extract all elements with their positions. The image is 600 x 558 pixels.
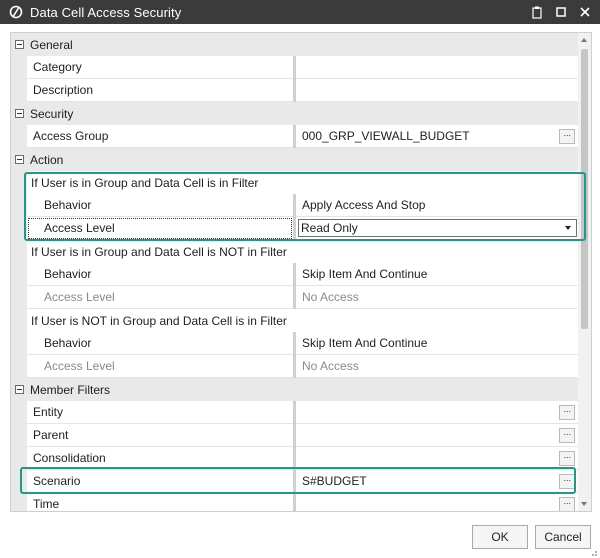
property-name: Behavior bbox=[27, 263, 293, 286]
property-name: Scenario bbox=[27, 470, 293, 493]
access-level-selected: Read Only bbox=[301, 221, 358, 235]
property-name: Description bbox=[27, 79, 293, 102]
subgroup-in-group-in-filter: If User is in Group and Data Cell is in … bbox=[11, 171, 579, 194]
property-category[interactable]: Category bbox=[11, 56, 579, 79]
property-g3-access-level[interactable]: Access Level No Access bbox=[11, 355, 579, 378]
property-time[interactable]: Time ··· bbox=[11, 493, 579, 511]
subgroup-label: If User is NOT in Group and Data Cell is… bbox=[31, 313, 287, 328]
property-g1-access-level[interactable]: Access Level Read Only bbox=[11, 217, 579, 240]
g3-access-level-value[interactable]: No Access bbox=[296, 355, 579, 378]
g1-behavior-value[interactable]: Apply Access And Stop bbox=[296, 194, 579, 217]
access-group-browse-button[interactable]: ··· bbox=[559, 129, 575, 144]
collapse-icon[interactable] bbox=[14, 40, 24, 49]
property-name: Category bbox=[27, 56, 293, 79]
collapse-icon[interactable] bbox=[14, 155, 24, 164]
description-value[interactable] bbox=[296, 79, 579, 102]
cancel-button[interactable]: Cancel bbox=[535, 525, 591, 549]
property-name: Parent bbox=[27, 424, 293, 447]
property-scenario[interactable]: Scenario S#BUDGET ··· bbox=[11, 470, 579, 493]
time-browse-button[interactable]: ··· bbox=[559, 497, 575, 511]
property-name: Access Group bbox=[27, 125, 293, 148]
access-group-value[interactable]: 000_GRP_VIEWALL_BUDGET ··· bbox=[296, 125, 579, 148]
category-security[interactable]: Security bbox=[11, 102, 579, 125]
category-label: Action bbox=[30, 152, 64, 167]
property-name: Behavior bbox=[27, 332, 293, 355]
property-name: Consolidation bbox=[27, 447, 293, 470]
collapse-icon[interactable] bbox=[14, 109, 24, 118]
vertical-scrollbar[interactable] bbox=[578, 33, 591, 511]
consolidation-value[interactable]: ··· bbox=[296, 447, 579, 470]
property-grid: General Category Description Security Ac… bbox=[10, 32, 592, 512]
category-member-filters[interactable]: Member Filters bbox=[11, 378, 579, 401]
property-name: Access Level bbox=[27, 355, 293, 378]
property-description[interactable]: Description bbox=[11, 79, 579, 102]
g1-access-level-cell[interactable]: Read Only bbox=[296, 217, 579, 240]
scenario-value[interactable]: S#BUDGET ··· bbox=[296, 470, 579, 493]
property-consolidation[interactable]: Consolidation ··· bbox=[11, 447, 579, 470]
category-action[interactable]: Action bbox=[11, 148, 579, 171]
chevron-down-icon[interactable] bbox=[565, 226, 571, 230]
access-group-text: 000_GRP_VIEWALL_BUDGET bbox=[302, 129, 470, 143]
scenario-browse-button[interactable]: ··· bbox=[559, 474, 575, 489]
entity-value[interactable]: ··· bbox=[296, 401, 579, 424]
access-level-dropdown[interactable]: Read Only bbox=[298, 219, 577, 237]
g2-access-level-value[interactable]: No Access bbox=[296, 286, 579, 309]
subgroup-in-group-not-in-filter: If User is in Group and Data Cell is NOT… bbox=[11, 240, 579, 263]
g2-behavior-value[interactable]: Skip Item And Continue bbox=[296, 263, 579, 286]
subgroup-label: If User is in Group and Data Cell is in … bbox=[31, 175, 259, 190]
entity-browse-button[interactable]: ··· bbox=[559, 405, 575, 420]
g3-behavior-value[interactable]: Skip Item And Continue bbox=[296, 332, 579, 355]
parent-value[interactable]: ··· bbox=[296, 424, 579, 447]
resize-grip-icon[interactable] bbox=[588, 546, 598, 556]
consolidation-browse-button[interactable]: ··· bbox=[559, 451, 575, 466]
category-value[interactable] bbox=[296, 56, 579, 79]
ok-button[interactable]: OK bbox=[472, 525, 528, 549]
close-icon[interactable] bbox=[574, 1, 596, 23]
property-name: Access Level bbox=[27, 217, 293, 240]
maximize-icon[interactable] bbox=[550, 1, 572, 23]
scroll-down-icon[interactable] bbox=[581, 502, 587, 506]
property-name: Entity bbox=[27, 401, 293, 424]
property-name: Behavior bbox=[27, 194, 293, 217]
window-controls bbox=[524, 0, 596, 24]
property-entity[interactable]: Entity ··· bbox=[11, 401, 579, 424]
property-g2-access-level[interactable]: Access Level No Access bbox=[11, 286, 579, 309]
category-label: General bbox=[30, 37, 73, 52]
property-g1-behavior[interactable]: Behavior Apply Access And Stop bbox=[11, 194, 579, 217]
property-grid-rows: General Category Description Security Ac… bbox=[11, 33, 579, 511]
property-access-group[interactable]: Access Group 000_GRP_VIEWALL_BUDGET ··· bbox=[11, 125, 579, 148]
category-label: Member Filters bbox=[30, 382, 111, 397]
property-name: Access Level bbox=[27, 286, 293, 309]
scroll-up-icon[interactable] bbox=[581, 38, 587, 42]
window-titlebar: Data Cell Access Security bbox=[0, 0, 600, 24]
parent-browse-button[interactable]: ··· bbox=[559, 428, 575, 443]
property-g2-behavior[interactable]: Behavior Skip Item And Continue bbox=[11, 263, 579, 286]
property-parent[interactable]: Parent ··· bbox=[11, 424, 579, 447]
property-name: Time bbox=[27, 493, 293, 511]
category-label: Security bbox=[30, 106, 74, 121]
subgroup-not-in-group-in-filter: If User is NOT in Group and Data Cell is… bbox=[11, 309, 579, 332]
property-g3-behavior[interactable]: Behavior Skip Item And Continue bbox=[11, 332, 579, 355]
collapse-icon[interactable] bbox=[14, 385, 24, 394]
clipboard-icon[interactable] bbox=[526, 1, 548, 23]
time-value[interactable]: ··· bbox=[296, 493, 579, 511]
window-title: Data Cell Access Security bbox=[30, 4, 182, 20]
category-general[interactable]: General bbox=[11, 33, 579, 56]
onestream-logo-icon bbox=[8, 4, 24, 20]
scrollbar-thumb[interactable] bbox=[581, 49, 588, 329]
scenario-text: S#BUDGET bbox=[302, 474, 367, 488]
subgroup-label: If User is in Group and Data Cell is NOT… bbox=[31, 244, 287, 259]
